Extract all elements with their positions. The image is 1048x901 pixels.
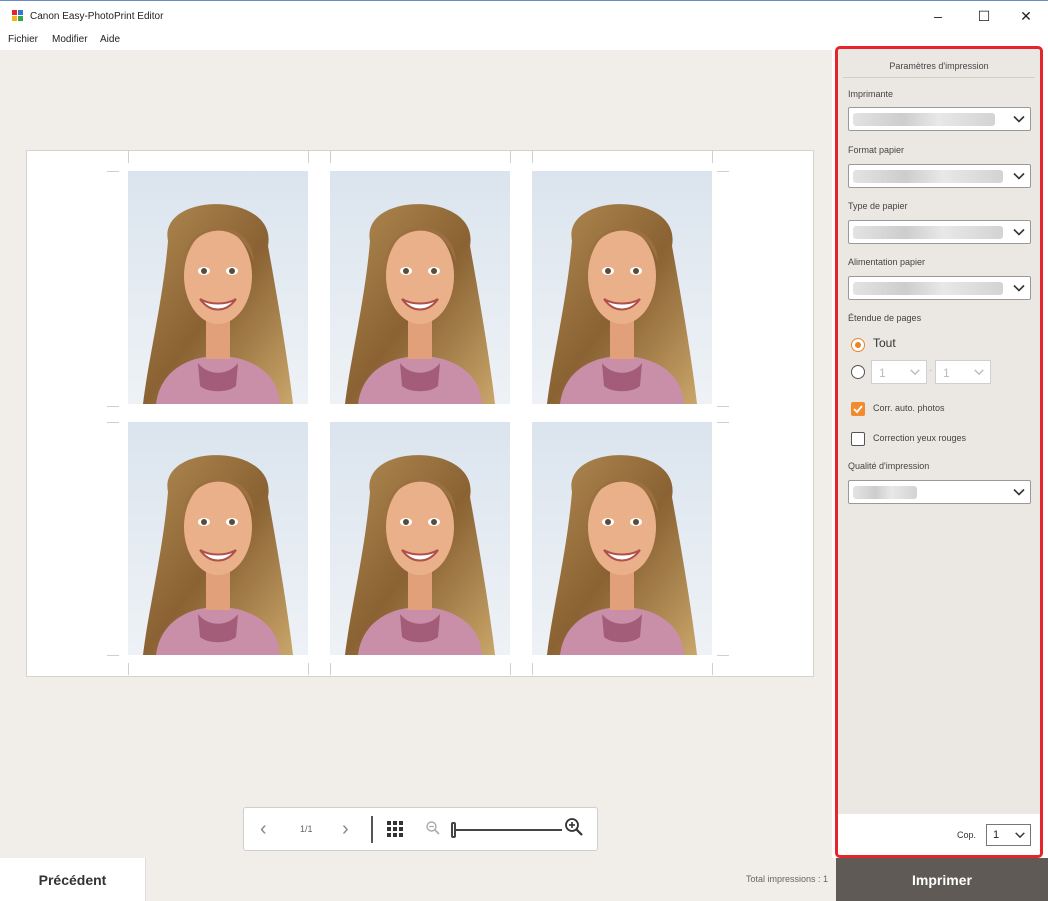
photo-tile[interactable] (128, 171, 308, 404)
next-page-button[interactable]: › (342, 817, 349, 841)
paper-type-select[interactable] (848, 220, 1031, 244)
copies-select[interactable]: 1 (986, 824, 1031, 846)
title-bar: Canon Easy-PhotoPrint Editor – ☐ ✕ (0, 0, 1048, 30)
photo-tile[interactable] (128, 422, 308, 655)
page-range-all-label: Tout (873, 336, 896, 350)
crop-mark (308, 151, 309, 163)
printer-value-redacted (853, 113, 995, 126)
auto-photo-fix-label: Corr. auto. photos (873, 403, 945, 413)
crop-mark (717, 422, 729, 423)
crop-mark (717, 655, 729, 656)
chevron-down-icon (1013, 172, 1025, 180)
crop-mark (510, 663, 511, 675)
panel-footer: Cop. 1 (838, 814, 1040, 855)
maximize-button[interactable]: ☐ (961, 1, 1007, 31)
previous-page-button[interactable]: ‹ (260, 817, 267, 841)
page-from-select[interactable]: 1 (871, 360, 927, 384)
paper-size-value-redacted (853, 170, 1003, 183)
crop-mark (107, 171, 119, 172)
chevron-down-icon (974, 369, 984, 376)
window-title: Canon Easy-PhotoPrint Editor (30, 11, 164, 22)
thumbnail-grid-icon[interactable] (387, 821, 403, 837)
page-range-separator: - (929, 365, 932, 375)
photo-tile[interactable] (532, 422, 712, 655)
print-preview-area: ‹ 1/1 › (0, 50, 832, 858)
photo-tile[interactable] (330, 171, 510, 404)
total-prints-text: Total impressions : 1 (745, 874, 828, 884)
chevron-down-icon (1013, 228, 1025, 236)
red-eye-checkbox[interactable] (851, 432, 865, 446)
crop-mark (308, 663, 309, 675)
menu-modifier[interactable]: Modifier (52, 34, 88, 45)
auto-photo-fix-checkbox[interactable] (851, 402, 865, 416)
paper-size-label: Format papier (848, 145, 905, 155)
crop-mark (128, 663, 129, 675)
page-range-all-radio[interactable] (851, 338, 865, 352)
paper-source-value-redacted (853, 282, 1003, 295)
page-to-select[interactable]: 1 (935, 360, 991, 384)
zoom-slider-thumb[interactable] (451, 822, 456, 838)
photo-tile[interactable] (330, 422, 510, 655)
menu-aide[interactable]: Aide (100, 34, 120, 45)
minimize-button[interactable]: – (915, 1, 961, 31)
red-eye-label: Correction yeux rouges (873, 433, 967, 443)
crop-mark (107, 655, 119, 656)
page-indicator: 1/1 (300, 824, 313, 834)
crop-mark (128, 151, 129, 163)
page-range-custom-radio[interactable] (851, 365, 865, 379)
crop-mark (532, 663, 533, 675)
crop-mark (717, 406, 729, 407)
paper-size-select[interactable] (848, 164, 1031, 188)
bottom-bar: Précédent Total impressions : 1 Imprimer (0, 858, 1048, 901)
copies-value: 1 (993, 829, 1000, 841)
paper-type-label: Type de papier (848, 201, 908, 211)
zoom-out-icon[interactable] (425, 820, 441, 836)
print-quality-label: Qualité d'impression (848, 461, 930, 471)
crop-mark (712, 151, 713, 163)
crop-mark (510, 151, 511, 163)
page-from-value: 1 (879, 366, 886, 380)
zoom-slider-track[interactable] (454, 829, 562, 831)
crop-mark (330, 663, 331, 675)
crop-mark (717, 171, 729, 172)
chevron-down-icon (1015, 832, 1025, 839)
print-quality-select[interactable] (848, 480, 1031, 504)
page-to-value: 1 (943, 366, 950, 380)
chevron-down-icon (1013, 115, 1025, 123)
paper-source-label: Alimentation papier (848, 257, 926, 267)
chevron-down-icon (1013, 488, 1025, 496)
crop-mark (330, 151, 331, 163)
crop-mark (107, 406, 119, 407)
chevron-down-icon (1013, 284, 1025, 292)
crop-mark (532, 151, 533, 163)
paper-type-value-redacted (853, 226, 1003, 239)
print-settings-panel: Paramètres d'impression Imprimante Forma… (835, 46, 1043, 858)
app-logo-icon (12, 10, 23, 21)
preview-toolbar: ‹ 1/1 › (243, 807, 598, 851)
crop-mark (107, 422, 119, 423)
menu-fichier[interactable]: Fichier (8, 34, 38, 45)
back-button[interactable]: Précédent (0, 858, 146, 901)
photo-tile[interactable] (532, 171, 712, 404)
paper-sheet (26, 150, 814, 677)
panel-title: Paramètres d'impression (843, 54, 1035, 78)
crop-mark (712, 663, 713, 675)
page-range-label: Étendue de pages (848, 313, 922, 323)
chevron-down-icon (910, 369, 920, 376)
checkmark-icon (853, 405, 863, 414)
printer-label: Imprimante (848, 89, 894, 99)
toolbar-divider (371, 816, 373, 843)
printer-select[interactable] (848, 107, 1031, 131)
copies-label: Cop. (957, 830, 977, 840)
zoom-in-icon[interactable] (564, 817, 584, 837)
print-quality-value-redacted (853, 486, 917, 499)
print-button[interactable]: Imprimer (836, 858, 1048, 901)
paper-source-select[interactable] (848, 276, 1031, 300)
close-button[interactable]: ✕ (1003, 1, 1048, 31)
